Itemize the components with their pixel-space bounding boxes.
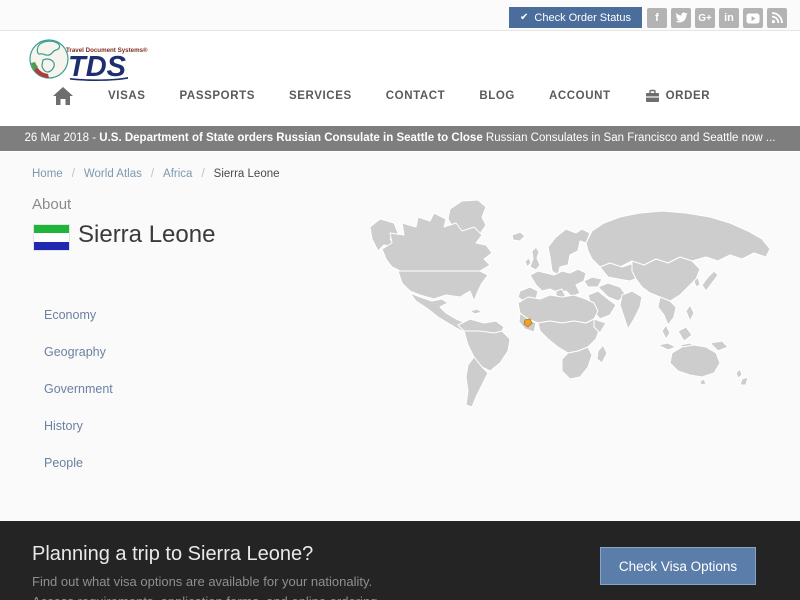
nav-visas[interactable]: VISAS (108, 90, 146, 102)
linkedin-icon[interactable]: in (719, 8, 739, 28)
rss-icon[interactable] (767, 8, 787, 28)
check-icon: ✔ (520, 12, 529, 23)
news-ticker[interactable]: 26 Mar 2018 - U.S. Department of State o… (0, 126, 800, 151)
sierra-leone-flag (33, 224, 70, 251)
link-economy[interactable]: Economy (44, 308, 113, 322)
footer-line2: Access requirements, application forms, … (32, 594, 381, 600)
facebook-icon[interactable]: f (647, 8, 667, 28)
check-order-status-button[interactable]: ✔ Check Order Status (509, 7, 642, 28)
section-links: Economy Geography Government History Peo… (44, 308, 113, 493)
breadcrumb-africa[interactable]: Africa (163, 168, 192, 180)
about-label: About (32, 196, 72, 213)
nav-order[interactable]: ORDER (645, 89, 711, 103)
link-government[interactable]: Government (44, 382, 113, 396)
google-plus-icon[interactable]: G+ (695, 8, 715, 28)
home-icon (53, 87, 73, 105)
check-order-status-label: Check Order Status (534, 11, 631, 24)
nav-passports[interactable]: PASSPORTS (180, 90, 255, 102)
nav-blog[interactable]: BLOG (479, 90, 515, 102)
page-title: Sierra Leone (78, 221, 216, 248)
briefcase-icon (645, 89, 659, 102)
breadcrumb: Home / World Atlas / Africa / Sierra Leo… (32, 168, 280, 180)
footer-heading: Planning a trip to Sierra Leone? (32, 543, 314, 565)
footer-cta: Planning a trip to Sierra Leone? Find ou… (0, 521, 800, 600)
content-area: Home / World Atlas / Africa / Sierra Leo… (0, 152, 800, 521)
link-history[interactable]: History (44, 419, 113, 433)
link-people[interactable]: People (44, 456, 113, 470)
logo-acronym: TDS (68, 51, 127, 82)
check-visa-options-button[interactable]: Check Visa Options (600, 547, 756, 585)
world-map (370, 195, 800, 485)
breadcrumb-world-atlas[interactable]: World Atlas (84, 168, 142, 180)
main-nav: VISAS PASSPORTS SERVICES CONTACT BLOG AC… (52, 86, 710, 106)
youtube-icon[interactable] (743, 8, 763, 28)
link-geography[interactable]: Geography (44, 345, 113, 359)
nav-contact[interactable]: CONTACT (386, 90, 446, 102)
breadcrumb-home[interactable]: Home (32, 168, 63, 180)
news-teaser: Russian Consulates in San Francisco and … (482, 132, 776, 144)
news-headline: U.S. Department of State orders Russian … (99, 132, 483, 144)
breadcrumb-current: Sierra Leone (213, 168, 280, 180)
top-utility-bar: ✔ Check Order Status f G+ in (0, 0, 800, 31)
social-links: f G+ in (647, 8, 787, 28)
tds-logo[interactable]: Travel Document Systems® TDS (28, 36, 158, 82)
tds-country-page: ✔ Check Order Status f G+ in Travel Docu… (0, 0, 800, 600)
news-date: 26 Mar 2018 - (24, 132, 100, 144)
footer-line1: Find out what visa options are available… (32, 574, 373, 589)
nav-home[interactable] (52, 86, 74, 106)
nav-account[interactable]: ACCOUNT (549, 90, 611, 102)
nav-services[interactable]: SERVICES (289, 90, 352, 102)
twitter-icon[interactable] (671, 8, 691, 28)
